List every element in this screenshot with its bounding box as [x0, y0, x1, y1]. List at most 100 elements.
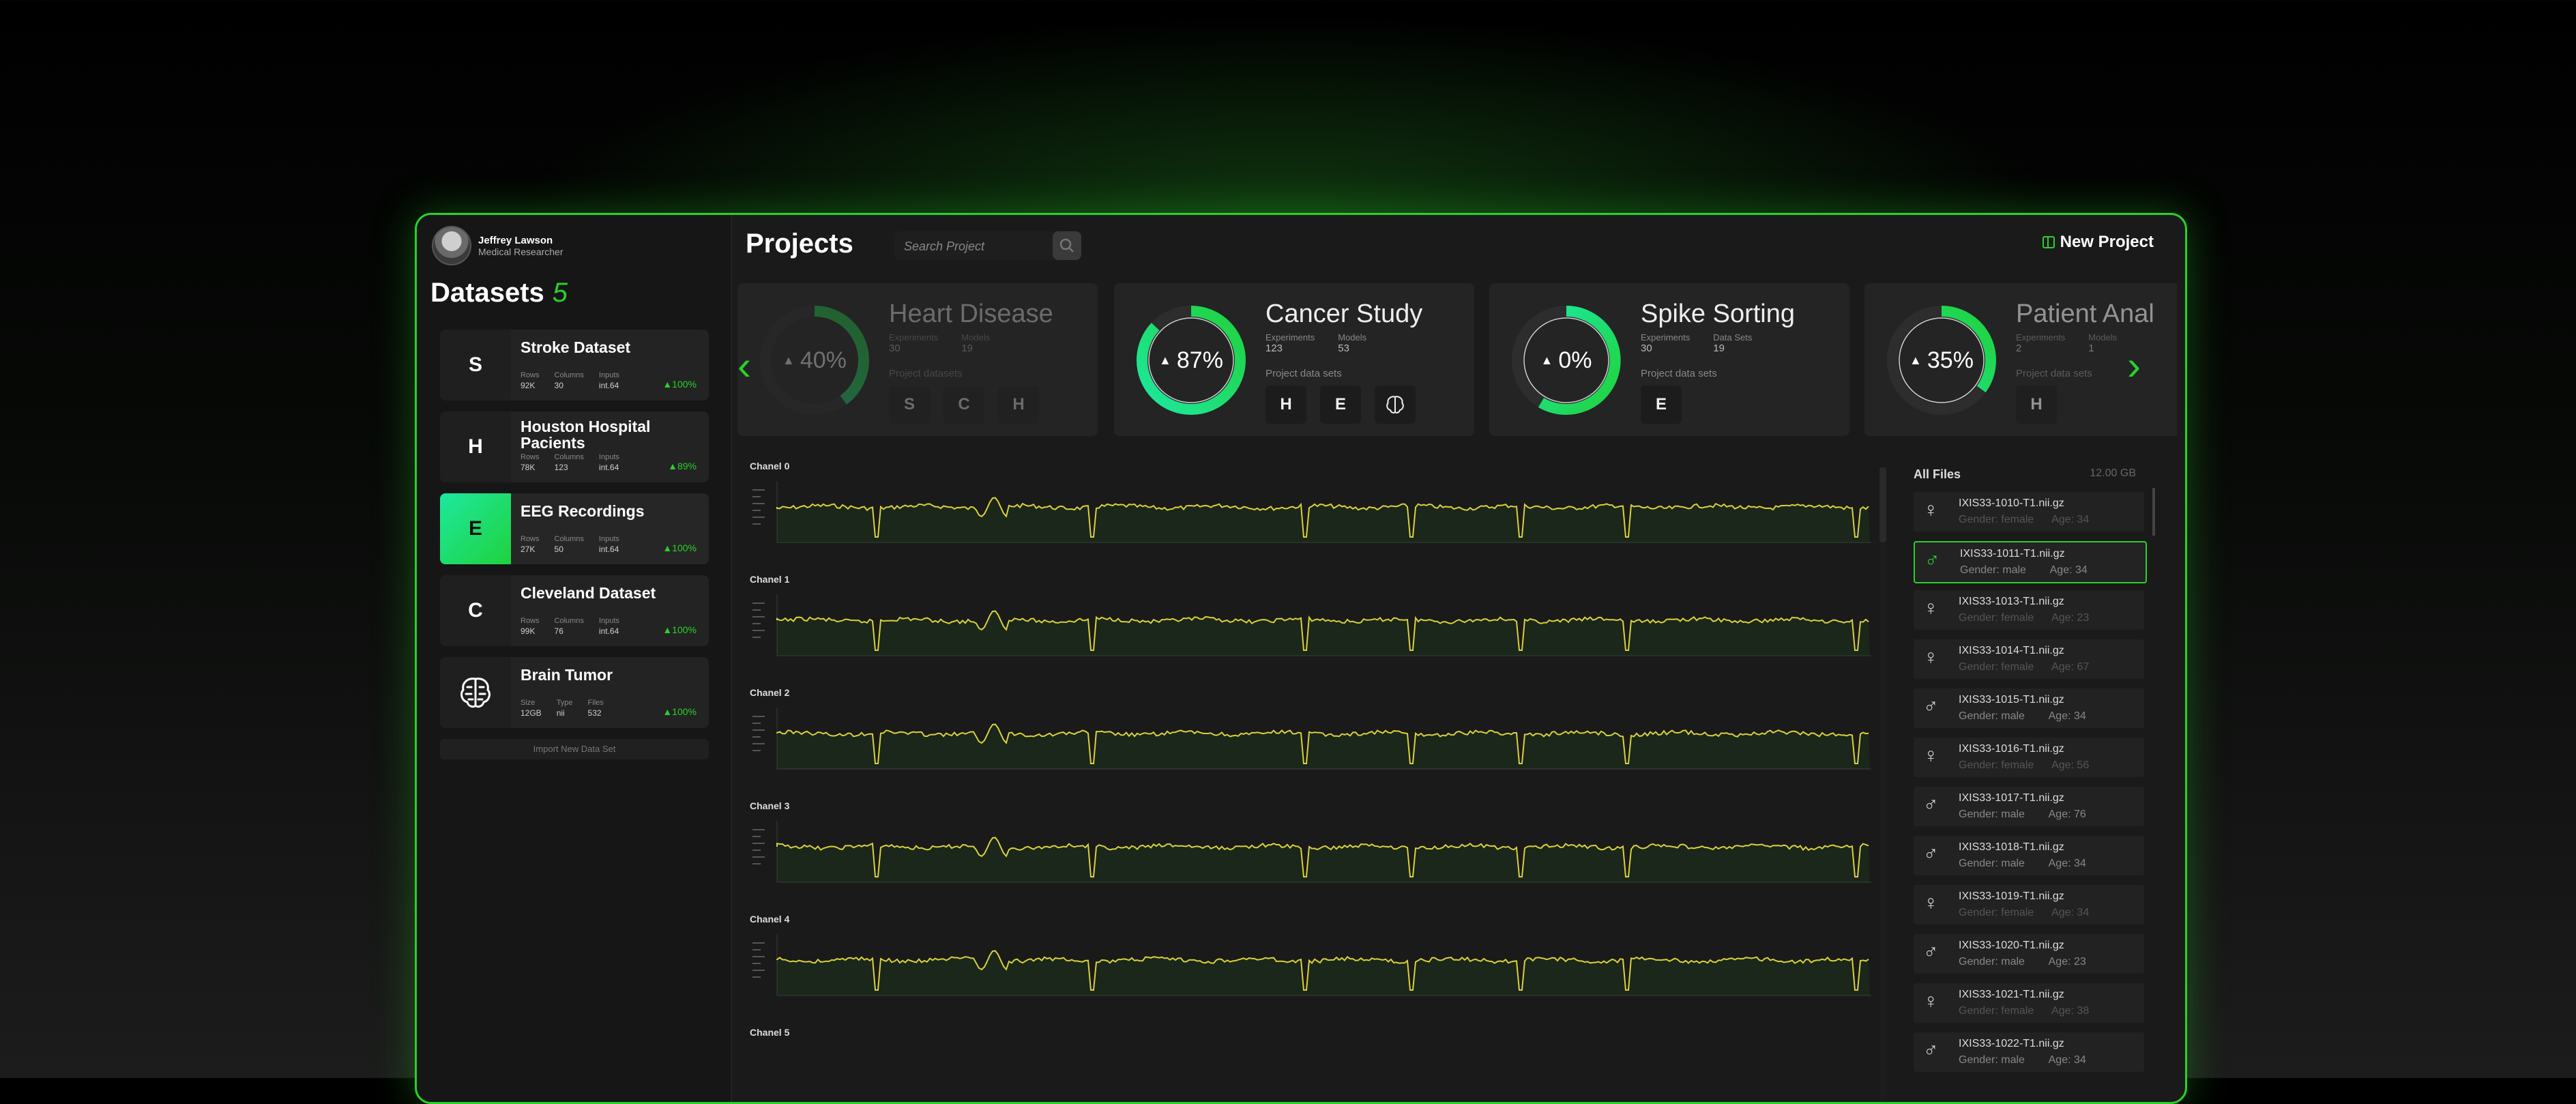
file-info: Gender: male Age: 34 [1960, 564, 2088, 576]
dataset-badge[interactable]: H [1265, 386, 1306, 424]
dataset-badge[interactable]: H [998, 386, 1039, 424]
datasets-title: Datasets 5 [430, 278, 568, 308]
search-button[interactable] [1053, 231, 1081, 260]
file-info: Gender: male Age: 34 [1959, 710, 2086, 722]
files-title: All Files [1914, 467, 1961, 481]
dataset-meta-inputs: Inputs int.64 [598, 453, 619, 472]
file-info: Gender: female Age: 67 [1959, 661, 2090, 673]
file-info: Gender: female Age: 23 [1959, 612, 2090, 624]
project-name: Patient Anal [2016, 300, 2154, 328]
project-card[interactable]: ▲ 35% Patient Anal Experiments 2 Models 1 Pr… [1864, 283, 2177, 436]
channel-signal [752, 934, 1871, 996]
channel-signal [752, 594, 1871, 656]
dataset-name: Cleveland Dataset [521, 584, 656, 602]
female-icon: ♀ [1923, 744, 1939, 767]
file-item[interactable]: ♀ IXIS33-1013-T1.nii.gz Gender: female Age… [1914, 590, 2144, 630]
dataset-percent: ▲100% [662, 706, 697, 717]
dataset-meta-rows: Rows 78K [521, 453, 540, 472]
project-stat: Data Sets 19 [1713, 332, 1753, 354]
new-project-button[interactable]: New Project [2042, 233, 2154, 252]
project-percent: ▲ 0% [1540, 347, 1592, 373]
datasets-count: 5 [552, 278, 568, 308]
file-info: Gender: male Age: 76 [1959, 809, 2086, 820]
dataset-meta-columns: Columns 30 [554, 371, 584, 390]
project-datasets-label: Project datasets [889, 368, 963, 379]
dataset-card-active[interactable]: E EEG Recordings Rows 27K Columns 50 Input… [440, 493, 709, 564]
channel-chart: Chanel 4 [750, 914, 1875, 1016]
dataset-meta-inputs: Inputs int.64 [598, 371, 619, 390]
file-item[interactable]: ♂ IXIS33-1017-T1.nii.gz Gender: male Age: … [1914, 787, 2144, 826]
project-card[interactable]: ▲ 87% Cancer Study Experiments 123 Models 53… [1114, 283, 1474, 436]
dataset-card[interactable]: Brain Tumor Size 12GB Type nii Files 532 ▲1… [440, 657, 709, 728]
dataset-card[interactable]: H Houston Hospital Pacients Rows 78K Colu… [440, 411, 709, 482]
channel-title: Chanel 1 [750, 574, 790, 585]
search-input[interactable] [903, 231, 1042, 261]
dataset-card[interactable]: C Cleveland Dataset Rows 99K Columns 76 In… [440, 575, 709, 646]
app-window: Jeffrey Lawson Medical Researcher Datase… [415, 213, 2187, 1104]
file-name: IXIS33-1017-T1.nii.gz [1959, 792, 2064, 804]
project-name: Spike Sorting [1641, 300, 1796, 328]
dataset-meta-size: Size 12GB [521, 699, 542, 718]
dataset-meta-columns: Columns 76 [554, 617, 584, 636]
project-datasets-label: Project data sets [2016, 368, 2092, 379]
file-item[interactable]: ♂ IXIS33-1020-T1.nii.gz Gender: male Age: … [1914, 934, 2144, 974]
dataset-letter-icon: H [440, 411, 511, 482]
brain-icon[interactable] [1375, 386, 1416, 424]
project-percent: ▲ 87% [1159, 347, 1223, 373]
dataset-badge[interactable]: E [1641, 386, 1682, 424]
channel-title: Chanel 5 [750, 1027, 790, 1038]
avatar [432, 226, 471, 265]
channels-scrollbar[interactable] [1879, 467, 1886, 1102]
dataset-meta-type: Type nii [556, 699, 573, 718]
dataset-card[interactable]: S Stroke Dataset Rows 92K Columns 30 Input… [440, 330, 709, 401]
channel-chart: Chanel 3 [750, 800, 1875, 903]
project-card[interactable]: ▲ 40% Heart Disease Experiments 30 Models 19… [737, 283, 1098, 436]
page-title: Projects [746, 229, 853, 259]
file-item[interactable]: ♀ IXIS33-1014-T1.nii.gz Gender: female Age… [1914, 639, 2144, 679]
carousel-next-arrow[interactable]: › [2127, 342, 2141, 389]
file-item[interactable]: ♂ IXIS33-1015-T1.nii.gz Gender: male Age: … [1914, 688, 2144, 728]
file-item[interactable]: ♂ IXIS33-1018-T1.nii.gz Gender: male Age: … [1914, 836, 2144, 875]
file-item[interactable]: ♂ IXIS33-1022-T1.nii.gz Gender: male Age: … [1914, 1032, 2144, 1072]
dataset-badge[interactable]: C [943, 386, 984, 424]
file-info: Gender: female Age: 34 [1959, 907, 2090, 918]
dataset-badge[interactable]: H [2016, 386, 2057, 424]
files-panel: All Files 12.00 GB ♀ IXIS33-1010-T1.nii.gz… [1914, 467, 2159, 1102]
carousel-prev-arrow[interactable]: ‹ [737, 342, 751, 389]
channel-title: Chanel 4 [750, 914, 790, 925]
file-item[interactable]: ♀ IXIS33-1010-T1.nii.gz Gender: female Age… [1914, 492, 2144, 532]
project-name: Heart Disease [889, 300, 1053, 328]
channel-signal [752, 481, 1871, 543]
female-icon: ♀ [1923, 499, 1939, 521]
dataset-badge[interactable]: E [1320, 386, 1361, 424]
file-info: Gender: female Age: 38 [1959, 1005, 2090, 1017]
channel-signal [752, 708, 1871, 770]
file-name: IXIS33-1011-T1.nii.gz [1960, 548, 2065, 560]
new-project-icon [2042, 236, 2055, 248]
file-item[interactable]: ♀ IXIS33-1019-T1.nii.gz Gender: female Age… [1914, 885, 2144, 925]
project-percent: ▲ 35% [1909, 347, 1974, 373]
dataset-name: Brain Tumor [521, 666, 613, 684]
channel-title: Chanel 0 [750, 461, 790, 471]
male-icon: ♂ [1923, 1039, 1939, 1062]
import-dataset-button[interactable]: Import New Data Set [440, 739, 709, 759]
user-role: Medical Researcher [478, 246, 564, 257]
project-card[interactable]: ▲ 0% Spike Sorting Experiments 30 Data Sets… [1489, 283, 1849, 436]
male-icon: ♂ [1923, 695, 1939, 718]
dataset-letter-icon: S [440, 330, 511, 401]
dataset-badge[interactable]: S [889, 386, 930, 424]
project-datasets-label: Project data sets [1641, 368, 1717, 379]
sidebar: Jeffrey Lawson Medical Researcher Datase… [417, 215, 732, 1102]
files-scrollbar[interactable] [2152, 488, 2155, 536]
file-item-selected[interactable]: ♂ IXIS33-1011-T1.nii.gz Gender: male Age: … [1914, 541, 2147, 583]
file-name: IXIS33-1021-T1.nii.gz [1959, 989, 2064, 1000]
file-item[interactable]: ♀ IXIS33-1021-T1.nii.gz Gender: female Age… [1914, 983, 2144, 1023]
search-box [894, 231, 1058, 261]
male-icon: ♂ [1923, 843, 1939, 865]
dataset-letter-icon: C [440, 575, 511, 646]
file-item[interactable]: ♀ IXIS33-1016-T1.nii.gz Gender: female Age… [1914, 738, 2144, 777]
male-icon: ♂ [1923, 941, 1939, 963]
dataset-percent: ▲100% [662, 542, 697, 553]
user-profile[interactable]: Jeffrey Lawson Medical Researcher [432, 226, 564, 265]
file-name: IXIS33-1016-T1.nii.gz [1959, 743, 2064, 755]
